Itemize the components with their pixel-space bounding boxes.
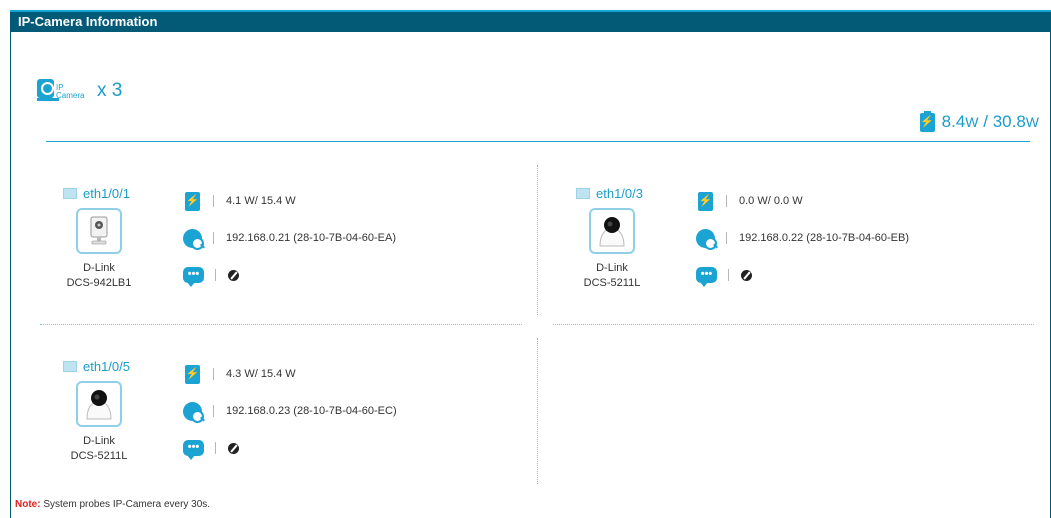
camera-model: DCS-942LB1 <box>66 277 132 289</box>
window-title: IP-Camera Information <box>10 10 1051 32</box>
camera-thumbnail <box>589 208 635 254</box>
port-header: eth1/0/5 <box>63 359 130 374</box>
power-value: 0.0 W/ 0.0 W <box>739 195 803 207</box>
address-row: 192.168.0.21 (28-10-7B-04-60-EA) <box>183 228 396 250</box>
power-budget: 30.8 <box>992 112 1026 131</box>
pan-tilt-camera-icon <box>86 390 112 420</box>
battery-icon: ⚡ <box>185 191 200 211</box>
chat-bubble-icon: ••• <box>696 267 717 287</box>
note-label: Note: <box>15 499 41 510</box>
separator <box>213 368 214 380</box>
chat-bubble-icon: ••• <box>183 440 204 460</box>
globe-search-icon <box>183 401 204 423</box>
chat-bubble-icon: ••• <box>183 267 204 287</box>
separator <box>213 232 214 244</box>
power-row: ⚡ 4.3 W/ 15.4 W <box>183 364 296 384</box>
camera-model: DCS-5211L <box>70 450 128 462</box>
separator <box>213 195 214 207</box>
footer-note: Note: System probes IP-Camera every 30s. <box>15 499 210 510</box>
address-value: 192.168.0.21 (28-10-7B-04-60-EA) <box>226 232 396 244</box>
power-budget-unit: W <box>1025 114 1039 130</box>
badge-label-camera: Camera <box>56 91 85 100</box>
globe-search-icon <box>696 228 717 250</box>
port-name: eth1/0/5 <box>83 359 130 374</box>
grid-divider-vertical <box>537 338 538 484</box>
separator <box>213 405 214 417</box>
power-row: ⚡ 4.1 W/ 15.4 W <box>183 191 296 211</box>
camera-vendor: D-Link <box>83 262 115 274</box>
port-card: eth1/0/5 D-Link DCS-5211L ⚡ 4.3 W/ 15.4 … <box>63 359 533 499</box>
message-row: ••• <box>183 265 239 287</box>
battery-icon: ⚡ <box>919 110 935 132</box>
port-header: eth1/0/1 <box>63 186 130 201</box>
camera-model: DCS-5211L <box>583 277 641 289</box>
message-row: ••• <box>183 438 239 460</box>
separator <box>726 232 727 244</box>
separator <box>215 442 216 454</box>
power-value: 4.1 W/ 15.4 W <box>226 195 296 207</box>
note-text: System probes IP-Camera every 30s. <box>43 499 211 510</box>
address-row: 192.168.0.22 (28-10-7B-04-60-EB) <box>696 228 909 250</box>
globe-search-icon <box>183 228 204 250</box>
power-used-unit: W <box>965 114 979 130</box>
port-card: eth1/0/3 D-Link DCS-5211L ⚡ 0.0 W/ 0.0 W… <box>576 186 1046 326</box>
port-header: eth1/0/3 <box>576 186 643 201</box>
ip-camera-badge: IP Camera <box>37 76 97 116</box>
separator <box>215 269 216 281</box>
battery-icon: ⚡ <box>698 191 713 211</box>
address-row: 192.168.0.23 (28-10-7B-04-60-EC) <box>183 401 397 423</box>
ethernet-port-icon <box>576 188 590 199</box>
power-separator: / <box>978 112 993 131</box>
camera-thumbnail <box>76 381 122 427</box>
grid-divider-vertical <box>537 165 538 315</box>
power-total: 8.4W / 30.8W <box>942 112 1039 132</box>
power-row: ⚡ 0.0 W/ 0.0 W <box>696 191 803 211</box>
address-value: 192.168.0.22 (28-10-7B-04-60-EB) <box>739 232 909 244</box>
port-card: eth1/0/1 D-Link DCS-942LB1 ⚡ 4.1 W/ 15.4… <box>63 186 533 326</box>
message-row: ••• <box>696 265 752 287</box>
ethernet-port-icon <box>63 361 77 372</box>
power-used: 8.4 <box>941 112 966 131</box>
port-name: eth1/0/1 <box>83 186 130 201</box>
camera-vendor: D-Link <box>83 435 115 447</box>
separator <box>728 269 729 281</box>
power-value: 4.3 W/ 15.4 W <box>226 368 296 380</box>
no-entry-icon <box>741 269 752 281</box>
port-name: eth1/0/3 <box>596 186 643 201</box>
summary-divider <box>46 141 1030 142</box>
power-summary: ⚡ 8.4W / 30.8W <box>919 110 1039 133</box>
no-entry-icon <box>228 269 239 281</box>
ip-camera-icon <box>37 79 54 98</box>
camera-vendor: D-Link <box>596 262 628 274</box>
battery-icon: ⚡ <box>185 364 200 384</box>
no-entry-icon <box>228 442 239 454</box>
address-value: 192.168.0.23 (28-10-7B-04-60-EC) <box>226 405 397 417</box>
ethernet-port-icon <box>63 188 77 199</box>
separator <box>726 195 727 207</box>
camera-thumbnail <box>76 208 122 254</box>
pan-tilt-camera-icon <box>599 217 625 247</box>
cube-camera-icon <box>90 216 108 245</box>
camera-count: x 3 <box>97 80 123 101</box>
